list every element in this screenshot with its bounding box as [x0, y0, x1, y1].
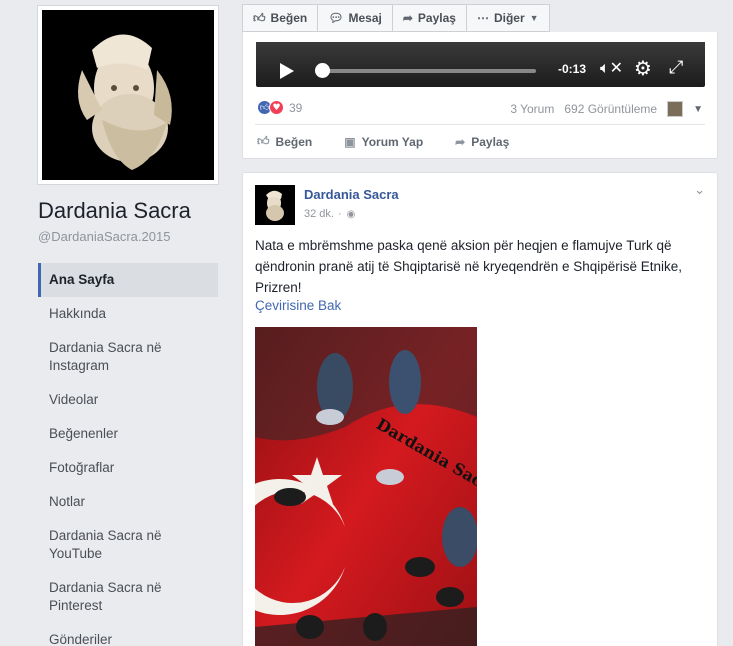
post-text: Nata e mbrëmshme paska qenë aksion për h… — [255, 238, 683, 295]
chevron-down-icon[interactable]: ▼ — [693, 104, 703, 115]
page-handle[interactable]: @DardaniaSacra.2015 — [38, 229, 170, 244]
reaction-count: 39 — [289, 100, 303, 115]
video-post-card: -0:13 🔈︎✕ ⚙︎ ⤢ 👍︎ ♥ 39 3 Yorum 692 Görün… — [242, 32, 718, 159]
like-page-label: Beğen — [270, 11, 308, 25]
video-controls: -0:13 🔈︎✕ ⚙︎ ⤢ — [256, 42, 705, 87]
comment-icon: ▣ — [344, 134, 356, 149]
nav-item-videos[interactable]: Videolar — [38, 383, 218, 417]
post-actions: 👍︎ Beğen ▣ Yorum Yap ➦ Paylaş — [255, 124, 705, 158]
globe-icon: ◉ — [346, 208, 356, 220]
bust-statue-icon — [255, 185, 295, 225]
comment-label: Yorum Yap — [361, 134, 424, 149]
profile-picture[interactable] — [42, 10, 214, 180]
share-arrow-icon: ➦ — [402, 11, 413, 25]
like-page-button[interactable]: 👍︎ Beğen — [242, 4, 319, 32]
page-action-bar: 👍︎ Beğen 💬︎ Mesaj ➦ Paylaş ⋯ Diğer ▼ — [242, 4, 550, 32]
play-icon[interactable] — [280, 63, 294, 79]
post-author-link[interactable]: Dardania Sacra — [304, 187, 399, 202]
flag-photo-illustration: Dardania Sacra — [255, 327, 477, 646]
avatar[interactable] — [255, 185, 295, 225]
chevron-down-icon[interactable]: ⌄ — [694, 183, 705, 198]
comment-count-link[interactable]: 3 Yorum — [510, 102, 554, 116]
share-arrow-icon: ➦ — [455, 134, 466, 149]
nav-item-about[interactable]: Hakkında — [38, 297, 218, 331]
bust-statue-icon — [42, 10, 214, 180]
comment-button[interactable]: ▣ Yorum Yap — [342, 135, 423, 149]
fullscreen-icon[interactable]: ⤢ — [669, 57, 683, 78]
nav-item-instagram[interactable]: Dardania Sacra në Instagram — [38, 331, 218, 383]
share-page-button[interactable]: ➦ Paylaş — [391, 4, 467, 32]
share-post-label: Paylaş — [471, 134, 510, 149]
video-progress-handle[interactable] — [315, 63, 330, 78]
nav-item-likes[interactable]: Beğenenler — [38, 417, 218, 451]
like-post-button[interactable]: 👍︎ Beğen — [255, 134, 312, 149]
messenger-icon: 💬︎ — [328, 11, 344, 25]
post-stats: 3 Yorum 692 Görüntüleme ▼ — [500, 101, 703, 117]
thumbs-up-icon: 👍︎ — [257, 134, 270, 148]
profile-picture-frame[interactable] — [37, 5, 219, 185]
share-post-button[interactable]: ➦ Paylaş — [453, 135, 509, 149]
nav-item-posts[interactable]: Gönderiler — [38, 623, 218, 646]
message-button[interactable]: 💬︎ Mesaj — [317, 4, 393, 32]
post-photo[interactable]: Dardania Sacra — [255, 327, 477, 646]
page-nav: Ana Sayfa Hakkında Dardania Sacra në Ins… — [38, 263, 218, 646]
view-count: 692 Görüntüleme — [564, 102, 658, 116]
mute-icon[interactable]: 🔈︎✕ — [600, 58, 623, 78]
post-meta: 32 dk. · ◉ — [304, 208, 355, 220]
photo-post-card: Dardania Sacra 32 dk. · ◉ ⌄ Nata e mbrëm… — [242, 172, 718, 646]
see-translation-link[interactable]: Çevirisine Bak — [255, 298, 341, 313]
page-name[interactable]: Dardania Sacra — [38, 198, 191, 224]
like-post-label: Beğen — [275, 134, 313, 149]
chevron-down-icon: ▼ — [529, 13, 539, 23]
video-time-remaining: -0:13 — [558, 62, 587, 76]
nav-item-photos[interactable]: Fotoğraflar — [38, 451, 218, 485]
nav-item-home[interactable]: Ana Sayfa — [38, 263, 218, 297]
love-reaction-icon: ♥ — [269, 100, 284, 115]
thumbs-up-icon: 👍︎ — [253, 10, 266, 25]
nav-item-youtube[interactable]: Dardania Sacra në YouTube — [38, 519, 218, 571]
post-timestamp[interactable]: 32 dk. — [304, 208, 334, 220]
left-column: Dardania Sacra @DardaniaSacra.2015 Ana S… — [0, 0, 230, 646]
more-button[interactable]: ⋯ Diğer ▼ — [465, 4, 550, 32]
video-progress-track[interactable] — [321, 69, 536, 73]
ellipsis-icon: ⋯ — [476, 11, 489, 25]
nav-item-pinterest[interactable]: Dardania Sacra në Pinterest — [38, 571, 218, 623]
avatar[interactable] — [667, 101, 684, 117]
message-label: Mesaj — [348, 11, 382, 25]
gear-icon[interactable]: ⚙︎ — [634, 56, 652, 80]
share-page-label: Paylaş — [417, 11, 456, 25]
more-label: Diğer — [493, 11, 525, 25]
reactions-summary[interactable]: 👍︎ ♥ 39 — [257, 100, 302, 115]
meta-separator: · — [337, 208, 342, 220]
nav-item-notes[interactable]: Notlar — [38, 485, 218, 519]
